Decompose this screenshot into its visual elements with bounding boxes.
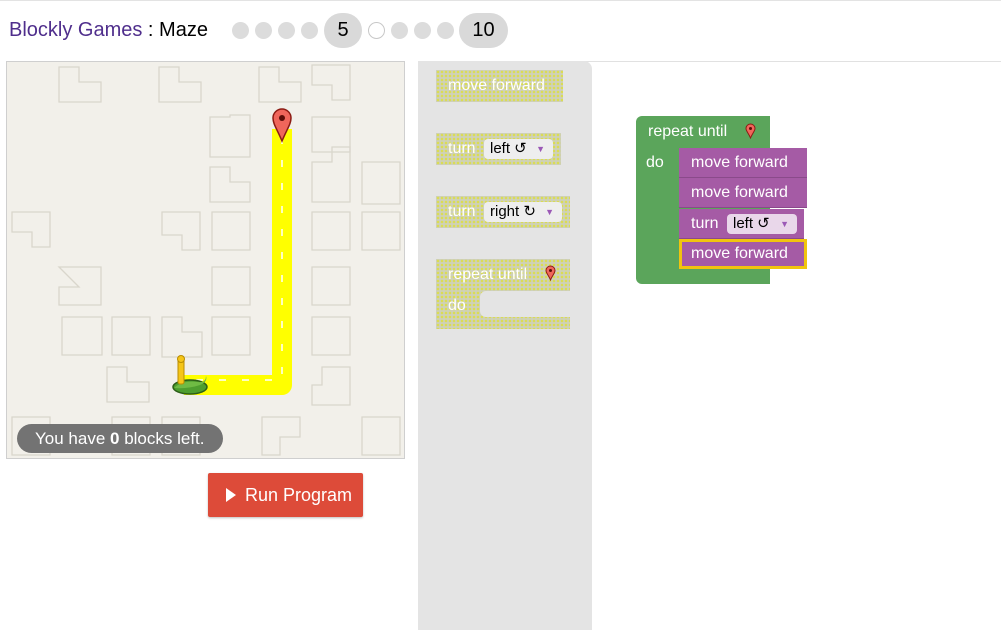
toolbox-turn-right-block[interactable]: turn right ↻ ▼: [436, 196, 570, 228]
last-level-pill[interactable]: 10: [459, 13, 508, 48]
level-dot-1[interactable]: [232, 22, 249, 39]
maze-board: You have 0 blocks left.: [6, 61, 405, 459]
level-dot-3[interactable]: [278, 22, 295, 39]
maze-svg: [11, 64, 401, 456]
block-label: move forward: [691, 184, 788, 201]
dropdown-arrow-icon: ▼: [536, 144, 545, 154]
toolbox-repeat-slot: [480, 291, 570, 317]
level-dot-2[interactable]: [255, 22, 272, 39]
toolbox-turn-right-dropdown[interactable]: right ↻ ▼: [484, 202, 562, 222]
block-toolbox: move forward turn left ↺ ▼ turn right ↻ …: [418, 61, 592, 630]
workspace-turn-dropdown[interactable]: left ↺ ▼: [727, 214, 797, 234]
workspace-move-forward-block-selected[interactable]: move forward: [679, 239, 807, 269]
workspace-turn-left-block[interactable]: turn left ↺ ▼: [679, 209, 804, 239]
toolbox-turn-left-label: turn: [448, 140, 476, 157]
maze-path-center-line: [192, 137, 283, 381]
workspace-turn-value: left ↺: [733, 215, 770, 232]
level-dot-9[interactable]: [437, 22, 454, 39]
workspace-move-forward-block-2[interactable]: move forward: [679, 178, 807, 208]
game-name: Maze: [159, 19, 208, 41]
toolbox-move-forward-block[interactable]: move forward: [436, 70, 563, 102]
block-label: move forward: [691, 245, 788, 262]
workspace-repeat-until-label: repeat until: [648, 123, 728, 140]
toolbox-do-label: do: [448, 297, 466, 314]
page-title: Blockly Games : Maze: [9, 19, 208, 47]
run-program-button[interactable]: Run Program: [208, 473, 363, 517]
title-separator: :: [142, 19, 160, 41]
current-level-pill[interactable]: 5: [324, 13, 362, 48]
dropdown-arrow-icon: ▼: [780, 219, 789, 229]
toolbox-move-forward-label: move forward: [448, 77, 545, 94]
top-border: [0, 0, 1001, 1]
toolbox-turn-right-value: right ↻: [490, 203, 536, 220]
dropdown-arrow-icon: ▼: [545, 207, 554, 217]
capacity-prefix: You have: [35, 429, 110, 448]
play-icon: [226, 488, 236, 502]
workspace-move-forward-block-1[interactable]: move forward: [679, 148, 807, 178]
level-dot-8[interactable]: [414, 22, 431, 39]
blocks-left-badge: You have 0 blocks left.: [17, 424, 223, 453]
pegman-icon: [172, 355, 208, 395]
maze-path: [184, 129, 292, 395]
level-dot-6[interactable]: [368, 22, 385, 39]
toolbox-repeat-until-label: repeat until: [448, 266, 528, 283]
toolbox-turn-right-label: turn: [448, 203, 476, 220]
level-dot-4[interactable]: [301, 22, 318, 39]
maze-wall-tiles: [11, 64, 401, 456]
level-dot-7[interactable]: [391, 22, 408, 39]
toolbox-turn-left-block[interactable]: turn left ↺ ▼: [436, 133, 561, 165]
map-pin-icon: [545, 265, 556, 281]
toolbox-turn-left-value: left ↺: [490, 140, 527, 157]
map-pin-icon: [745, 123, 756, 139]
toolbox-repeat-until-block[interactable]: repeat until do: [436, 259, 570, 329]
toolbox-turn-left-dropdown[interactable]: left ↺ ▼: [484, 139, 553, 159]
blockly-games-link[interactable]: Blockly Games: [9, 19, 142, 41]
block-label: turn: [691, 215, 719, 232]
block-label: move forward: [691, 154, 788, 171]
run-program-label: Run Program: [245, 485, 353, 505]
workspace-do-label: do: [646, 154, 664, 171]
capacity-suffix: blocks left.: [119, 429, 205, 448]
